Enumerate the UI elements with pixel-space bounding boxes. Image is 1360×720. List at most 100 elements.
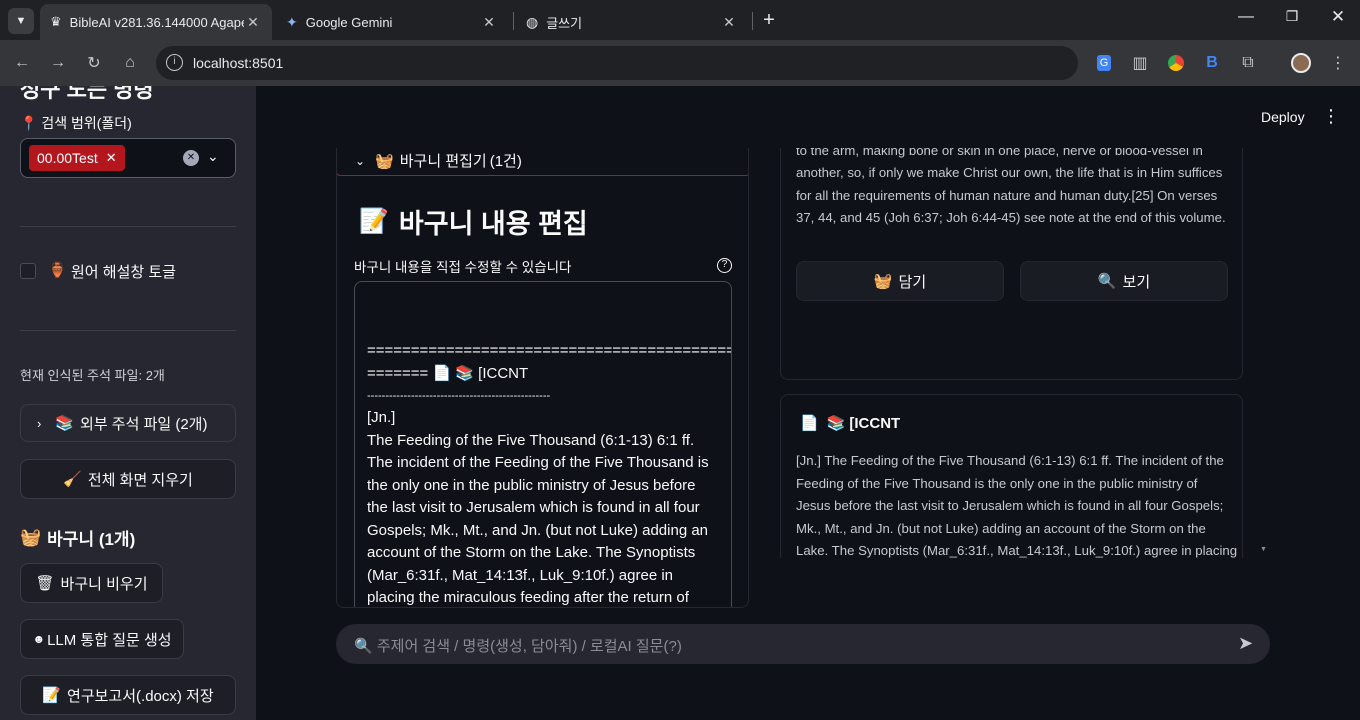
text-line: 37, 44, and 45 (Joh 6:37; Joh 6:44-45) s… xyxy=(796,210,1226,225)
window-close-button[interactable]: ✕ xyxy=(1328,7,1348,27)
profile-avatar[interactable] xyxy=(1290,52,1312,74)
home-icon[interactable]: ⌂ xyxy=(119,52,141,74)
divider xyxy=(20,226,236,227)
llm-question-label: LLM 통합 질문 생성 xyxy=(47,631,172,649)
original-toggle-checkbox[interactable] xyxy=(20,263,36,279)
expander-title: 바구니 편집기 (1건) xyxy=(399,153,522,170)
scope-tag[interactable]: 00.00Test ✕ xyxy=(29,145,125,171)
chat-input[interactable]: 🔍 주제어 검색 / 명령(생성, 담아줘) / 로컬AI 질문(?) ➤ xyxy=(336,624,1270,664)
reading-list-icon[interactable]: ▥ xyxy=(1129,52,1151,74)
textarea-line: ========================================… xyxy=(367,342,732,359)
external-files-label: 외부 주석 파일 (2개) xyxy=(80,415,208,433)
basket-textarea[interactable]: ========================================… xyxy=(354,281,732,607)
clear-selection-icon[interactable]: ✕ xyxy=(183,150,199,166)
main-area: Deploy ⋮ ⌄ 🧺 바구니 편집기 (1건) 📝 바구니 내용 편집 바구니… xyxy=(256,86,1360,720)
tab-bibleai[interactable]: ♛ BibleAI v281.36.144000 Agape ✕ xyxy=(40,4,272,40)
restore-button[interactable]: ❐ xyxy=(1282,8,1302,28)
add-to-basket-button[interactable]: 🧺 담기 xyxy=(796,261,1004,301)
textarea-line: The Feeding of the Five Thousand (6:1-13… xyxy=(367,431,695,449)
address-bar[interactable]: i localhost:8501 xyxy=(156,46,1078,80)
close-icon[interactable]: ✕ xyxy=(720,14,738,31)
basket-editor-panel: ⌄ 🧺 바구니 편집기 (1건) 📝 바구니 내용 편집 바구니 내용을 직접 수… xyxy=(336,148,749,608)
result-card-text: ep... ...y...y...y ... ...... ...... ...… xyxy=(796,148,1236,230)
tab-gemini[interactable]: ✦ Google Gemini ✕ xyxy=(276,4,508,40)
text-line: Feeding of the Five Thousand is the only… xyxy=(796,475,1198,491)
result-card: 📄 📚 [ICCNT [Jn.] The Feeding of the Five… xyxy=(780,394,1243,558)
tab-separator xyxy=(752,12,753,30)
textarea-line: The incident of the Feeding of the Five … xyxy=(367,454,709,471)
text-line: for all the requirements of human nature… xyxy=(796,187,1218,203)
empty-basket-button[interactable]: 🗑 바구니 비우기 xyxy=(20,563,163,603)
recognized-files-text: 현재 인식된 주석 파일: 2개 xyxy=(20,368,165,383)
translate-ext-icon[interactable]: G xyxy=(1093,52,1115,74)
textarea-line: the last visit to Jerusalem which is fou… xyxy=(367,499,700,516)
minimize-button[interactable]: — xyxy=(1236,8,1256,28)
textarea-line: placing the miraculous feeding after the… xyxy=(367,589,689,606)
chevron-down-icon: ▼ xyxy=(15,15,27,27)
tab-title: 글쓰기 xyxy=(546,15,583,31)
result-card-title: 📄 📚 [ICCNT xyxy=(800,414,901,433)
memo-icon: 📝 xyxy=(359,208,389,235)
external-files-expander[interactable]: › 📚 외부 주석 파일 (2개) xyxy=(20,404,236,442)
textarea-line: (Mar_6:31f., Mat_14:13f., Luk_9:10f.) ag… xyxy=(367,566,674,584)
textarea-line: ----------------------------------------… xyxy=(367,390,551,402)
scope-tag-label: 00.00Test xyxy=(37,150,98,166)
search-scope-multiselect[interactable]: 00.00Test ✕ ✕ ⌄ xyxy=(20,138,236,178)
close-icon[interactable]: ✕ xyxy=(480,14,498,31)
chevron-down-icon[interactable]: ⌄ xyxy=(207,148,219,165)
remove-tag-icon[interactable]: ✕ xyxy=(106,150,117,166)
textarea-line: ======= 📄 📚 [ICCNT xyxy=(367,364,529,382)
textarea-line: [Jn.] xyxy=(367,409,396,426)
llm-question-button[interactable]: ☻ LLM 통합 질문 생성 xyxy=(20,619,184,659)
card-title-text: [ICCNT xyxy=(849,414,901,432)
trash-icon: 🗑 xyxy=(35,575,55,592)
extensions-icon[interactable]: ⧉ xyxy=(1237,52,1259,74)
basket-editor-expander[interactable]: ⌄ 🧺 바구니 편집기 (1건) xyxy=(337,148,748,176)
basket-icon: 🧺 xyxy=(20,527,42,547)
view-button[interactable]: 🔍 보기 xyxy=(1020,261,1228,301)
text-line: Lake. The Synoptists (Mar_6:31f., Mat_14… xyxy=(796,543,1238,558)
text-line: another, so, if only we make Christ our … xyxy=(796,165,1223,180)
text-line: Jesus before the last visit to Jerusalem… xyxy=(796,498,1224,513)
b-ext-icon[interactable]: B xyxy=(1201,52,1223,74)
close-icon[interactable]: ✕ xyxy=(244,14,262,31)
view-label: 보기 xyxy=(1122,273,1151,291)
help-icon[interactable]: ? xyxy=(717,258,732,273)
save-report-button[interactable]: 📝 연구보고서(.docx) 저장 xyxy=(20,675,236,715)
deploy-button[interactable]: Deploy xyxy=(1261,109,1305,125)
textarea-content: ========================================… xyxy=(367,340,732,607)
chrome-ext-icon[interactable] xyxy=(1165,52,1187,74)
tab-write[interactable]: ◍ 글쓰기 ✕ xyxy=(516,4,748,40)
back-icon[interactable]: ← xyxy=(11,52,33,74)
textarea-line: the only one in the public ministry of J… xyxy=(367,476,696,494)
result-card-text: [Jn.] The Feeding of the Five Thousand (… xyxy=(796,450,1238,558)
result-card: ep... ...y...y...y ... ...... ...... ...… xyxy=(780,148,1243,380)
add-label: 담기 xyxy=(898,273,927,291)
tab-search-button[interactable]: ▼ xyxy=(8,8,34,34)
empty-basket-label: 바구니 비우기 xyxy=(60,575,148,593)
textarea-line: account of the Storm on the Lake. The Sy… xyxy=(367,544,696,561)
amphora-icon: 🏺 xyxy=(48,262,67,279)
gemini-favicon-icon: ✦ xyxy=(286,13,298,30)
tab-title: BibleAI v281.36.144000 Agape xyxy=(69,14,244,30)
scroll-down-arrow[interactable]: ▼ xyxy=(1260,546,1267,553)
site-info-icon[interactable]: i xyxy=(166,54,183,71)
search-scope-label: 📍 검색 범위(폴더) xyxy=(20,115,132,131)
new-tab-button[interactable]: + xyxy=(758,9,780,31)
text-line: Mk., Mt., and Jn. (but not Luke) adding … xyxy=(796,520,1206,536)
textarea-line: Gospels; Mk., Mt., and Jn. (but not Luke… xyxy=(367,521,709,539)
forward-icon[interactable]: → xyxy=(47,52,69,74)
globe-icon: ◍ xyxy=(526,13,539,30)
reload-icon[interactable]: ↻ xyxy=(83,52,105,74)
books-icon: 📚 xyxy=(826,415,846,432)
basket-header-label: 바구니 (1개) xyxy=(47,530,136,549)
basket-header: 🧺 바구니 (1개) xyxy=(20,525,135,550)
chat-input-placeholder: 🔍 주제어 검색 / 명령(생성, 담아줘) / 로컬AI 질문(?) xyxy=(354,638,682,655)
clear-screen-label: 전체 화면 지우기 xyxy=(87,471,193,489)
browser-menu-icon[interactable]: ⋮ xyxy=(1327,52,1349,74)
original-toggle-label: 원어 해설창 토글 xyxy=(71,264,176,281)
send-icon[interactable]: ➤ xyxy=(1238,633,1253,654)
clear-screen-button[interactable]: 🧹 전체 화면 지우기 xyxy=(20,459,236,499)
books-icon: 📚 xyxy=(55,415,75,432)
app-menu-icon[interactable]: ⋮ xyxy=(1322,106,1340,127)
